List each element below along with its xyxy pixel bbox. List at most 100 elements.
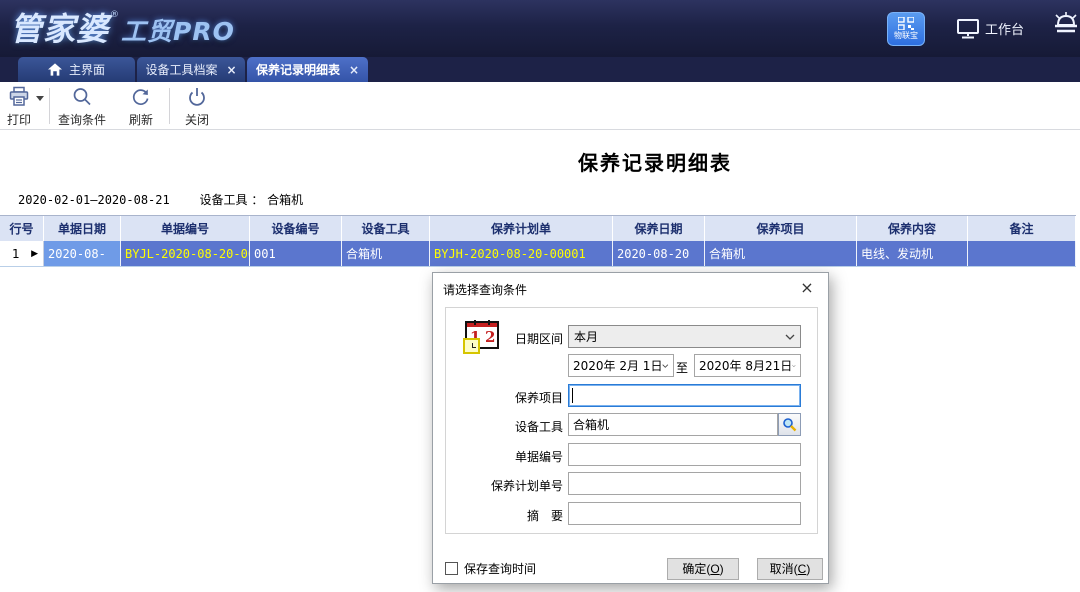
cell-doc-no: BYJL-2020-08-20-00001 bbox=[121, 241, 250, 266]
dialog-title: 请选择查询条件 bbox=[443, 281, 527, 298]
storefront-icon bbox=[1052, 12, 1080, 42]
report-date-range: 2020-02-01—2020-08-21 bbox=[18, 193, 170, 207]
ok-label: 确定( bbox=[682, 562, 710, 576]
storefront-button[interactable] bbox=[1052, 12, 1080, 46]
refresh-icon bbox=[130, 86, 152, 108]
close-view-button[interactable]: 关闭 bbox=[178, 85, 216, 127]
cell-content: 电线、发动机 bbox=[857, 241, 968, 266]
cancel-label: 取消( bbox=[770, 562, 798, 576]
cancel-label-suffix: ) bbox=[806, 562, 810, 576]
date-to-select[interactable]: 2020年 8月21日 bbox=[694, 354, 801, 377]
cell-plan-no: BYJH-2020-08-20-00001 bbox=[430, 241, 613, 266]
app-window: 管家婆 ® 工贸PRO 物联宝 工 bbox=[0, 0, 1080, 592]
cell-row-no: 1 ▶ bbox=[0, 241, 44, 266]
cell-maint-date: 2020-08-20 bbox=[613, 241, 705, 266]
plan-no-label: 保养计划单号 bbox=[468, 477, 563, 494]
print-button[interactable]: 打印 bbox=[2, 85, 36, 127]
logo-text-main: 管家婆 bbox=[10, 4, 109, 50]
chevron-down-icon bbox=[662, 363, 669, 369]
grid-header-row: 行号 单据日期 单据编号 设备编号 设备工具 保养计划单 保养日期 保养项目 保… bbox=[0, 216, 1076, 241]
cell-note bbox=[968, 241, 1076, 266]
summary-label: 摘 要 bbox=[468, 507, 563, 524]
tab-bar: 主界面 设备工具档案 × 保养记录明细表 × bbox=[0, 57, 1080, 82]
report-filter-line: 2020-02-01—2020-08-21 设备工具 ： 合箱机 bbox=[18, 191, 303, 208]
date-to-value: 2020年 8月21日 bbox=[699, 357, 792, 374]
print-dropdown-caret[interactable] bbox=[36, 96, 44, 101]
iot-badge-button[interactable]: 物联宝 bbox=[887, 12, 925, 46]
text-caret bbox=[572, 388, 573, 403]
ok-mnemonic: O bbox=[710, 562, 719, 576]
tab-main-screen[interactable]: 主界面 bbox=[18, 57, 135, 82]
report-title: 保养记录明细表 bbox=[230, 147, 1080, 176]
save-query-time-label: 保存查询时间 bbox=[464, 560, 536, 577]
ok-button[interactable]: 确定(O) bbox=[667, 558, 739, 580]
tab-close-icon[interactable]: × bbox=[349, 63, 359, 77]
date-range-label: 日期区间 bbox=[468, 330, 563, 347]
tab-close-icon[interactable]: × bbox=[226, 63, 236, 77]
save-query-time-checkbox-row[interactable]: 保存查询时间 bbox=[445, 560, 536, 577]
query-conditions-label: 查询条件 bbox=[56, 111, 108, 128]
tab-label: 主界面 bbox=[69, 61, 105, 78]
report-device-filter: 设备工具 ： 合箱机 bbox=[200, 193, 304, 207]
qr-code-icon bbox=[898, 17, 914, 30]
summary-input[interactable] bbox=[568, 502, 801, 525]
date-range-value: 本月 bbox=[574, 328, 785, 345]
cell-maint-item: 合箱机 bbox=[705, 241, 857, 266]
date-from-select[interactable]: 2020年 2月 1日 bbox=[568, 354, 674, 377]
tab-label: 保养记录明细表 bbox=[256, 61, 340, 78]
cancel-button[interactable]: 取消(C) bbox=[757, 558, 823, 580]
col-header-maint-item[interactable]: 保养项目 bbox=[705, 216, 857, 241]
home-icon bbox=[48, 63, 62, 76]
device-label: 设备工具 bbox=[468, 418, 563, 435]
cell-doc-date: 2020-08- bbox=[44, 241, 121, 266]
print-label: 打印 bbox=[2, 111, 36, 128]
chevron-down-icon bbox=[785, 334, 795, 340]
to-label: 至 bbox=[676, 359, 688, 376]
device-input[interactable] bbox=[568, 413, 778, 436]
col-header-row-no[interactable]: 行号 bbox=[0, 216, 44, 241]
col-header-device[interactable]: 设备工具 bbox=[342, 216, 430, 241]
maint-item-label: 保养项目 bbox=[468, 389, 563, 406]
row-number: 1 bbox=[4, 247, 20, 261]
query-conditions-dialog: 请选择查询条件 × 1 2 日期区间 本月 2020年 bbox=[432, 272, 829, 584]
app-logo: 管家婆 ® 工贸PRO bbox=[10, 4, 235, 50]
plan-no-input[interactable] bbox=[568, 472, 801, 495]
monitor-icon bbox=[957, 19, 979, 39]
col-header-content[interactable]: 保养内容 bbox=[857, 216, 968, 241]
search-icon bbox=[71, 86, 93, 108]
row-marker-icon: ▶ bbox=[31, 249, 39, 259]
tab-device-archive[interactable]: 设备工具档案 × bbox=[137, 57, 245, 82]
date-from-value: 2020年 2月 1日 bbox=[573, 357, 662, 374]
col-header-device-no[interactable]: 设备编号 bbox=[250, 216, 342, 241]
cell-device-no: 001 bbox=[250, 241, 342, 266]
lookup-magnifier-icon bbox=[782, 417, 797, 432]
toolbar-separator bbox=[49, 88, 50, 124]
doc-no-input[interactable] bbox=[568, 443, 801, 466]
toolbar-separator bbox=[169, 88, 170, 124]
query-conditions-button[interactable]: 查询条件 bbox=[56, 85, 108, 127]
device-lookup-button[interactable] bbox=[778, 413, 801, 436]
col-header-doc-date[interactable]: 单据日期 bbox=[44, 216, 121, 241]
logo-text-sub: 工贸PRO bbox=[121, 12, 235, 48]
dialog-titlebar[interactable]: 请选择查询条件 × bbox=[433, 273, 828, 303]
col-header-maint-date[interactable]: 保养日期 bbox=[613, 216, 705, 241]
date-range-select[interactable]: 本月 bbox=[568, 325, 801, 348]
refresh-button[interactable]: 刷新 bbox=[122, 85, 160, 127]
save-query-time-checkbox[interactable] bbox=[445, 562, 458, 575]
maint-item-input[interactable] bbox=[568, 384, 801, 407]
doc-no-label: 单据编号 bbox=[468, 448, 563, 465]
col-header-note[interactable]: 备注 bbox=[968, 216, 1076, 241]
power-icon bbox=[186, 86, 208, 108]
tab-maintenance-report[interactable]: 保养记录明细表 × bbox=[247, 57, 368, 82]
col-header-doc-no[interactable]: 单据编号 bbox=[121, 216, 250, 241]
iot-badge-label: 物联宝 bbox=[894, 31, 918, 40]
toolbar: 打印 查询条件 刷新 bbox=[0, 82, 1080, 130]
workbench-button[interactable]: 工作台 bbox=[957, 19, 1024, 39]
chevron-down-icon bbox=[792, 363, 796, 369]
close-view-label: 关闭 bbox=[178, 111, 216, 128]
ok-label-suffix: ) bbox=[720, 562, 724, 576]
registered-mark: ® bbox=[110, 4, 119, 20]
dialog-close-icon[interactable]: × bbox=[794, 276, 820, 300]
table-row[interactable]: 1 ▶ 2020-08- BYJL-2020-08-20-00001 001 合… bbox=[0, 241, 1076, 267]
col-header-plan-no[interactable]: 保养计划单 bbox=[430, 216, 613, 241]
